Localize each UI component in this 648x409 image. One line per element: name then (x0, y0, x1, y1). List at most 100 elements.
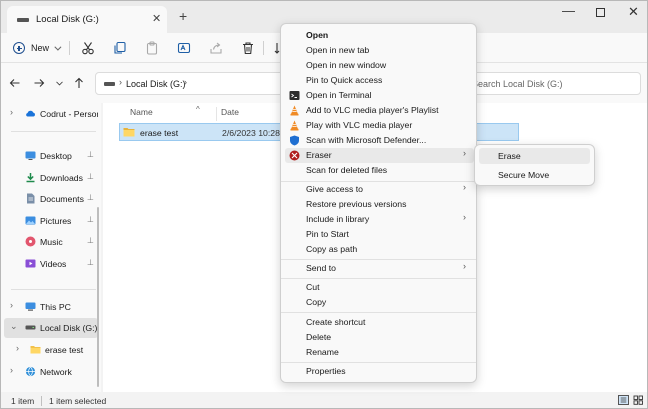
submenu-arrow-icon: › (463, 182, 466, 192)
menu-item-vlc-play[interactable]: Play with VLC media player (285, 118, 474, 133)
copy-icon[interactable] (113, 41, 127, 55)
menu-separator (281, 362, 476, 363)
tab-close-button[interactable]: ✕ (152, 12, 161, 25)
menu-item-eraser[interactable]: Eraser › (285, 148, 474, 163)
tab-local-disk[interactable]: Local Disk (G:) ✕ (7, 6, 167, 33)
search-input[interactable]: Search Local Disk (G:) (472, 79, 563, 89)
item-count: 1 item (11, 396, 35, 406)
pictures-icon (25, 216, 36, 225)
menu-item-restore-versions[interactable]: Restore previous versions (285, 197, 474, 212)
sidebar-item-erase-test[interactable]: › erase test (1, 340, 101, 360)
network-icon (25, 366, 36, 377)
recent-locations-icon[interactable] (55, 77, 64, 89)
menu-item-copy[interactable]: Copy (285, 295, 474, 310)
menu-item-vlc-playlist[interactable]: Add to VLC media player's Playlist (285, 103, 474, 118)
menu-item-open-in-terminal[interactable]: Open in Terminal (285, 88, 474, 103)
expand-chevron[interactable]: › (10, 365, 13, 375)
menu-item-cut[interactable]: Cut (285, 280, 474, 295)
menu-item-rename[interactable]: Rename (285, 345, 474, 360)
expand-chevron[interactable]: › (16, 343, 19, 353)
cut-icon[interactable] (81, 41, 95, 55)
selection-count: 1 item selected (49, 396, 107, 406)
share-icon[interactable] (209, 41, 223, 55)
plus-icon (13, 42, 25, 54)
tab-title: Local Disk (G:) (36, 14, 99, 25)
minimize-button[interactable]: — (562, 3, 575, 18)
delete-icon[interactable] (241, 41, 255, 55)
menu-item-pin-quick-access[interactable]: Pin to Quick access (285, 73, 474, 88)
menu-item-open[interactable]: Open (285, 28, 474, 43)
menu-separator (281, 259, 476, 260)
forward-arrow-icon[interactable] (33, 77, 45, 89)
sidebar-scrollbar[interactable] (97, 207, 99, 387)
sidebar-divider (11, 131, 96, 132)
sidebar-item-onedrive[interactable]: › Codrut - Person (1, 104, 101, 124)
menu-item-scan-deleted-files[interactable]: Scan for deleted files (285, 163, 474, 178)
sidebar-item-label: Local Disk (G:) (40, 323, 98, 333)
submenu-item-secure-move[interactable]: Secure Move (479, 167, 590, 183)
menu-item-properties[interactable]: Properties (285, 364, 474, 379)
menu-item-include-library[interactable]: Include in library › (285, 212, 474, 227)
back-arrow-icon[interactable] (9, 77, 21, 89)
menu-item-create-shortcut[interactable]: Create shortcut (285, 315, 474, 330)
breadcrumb-local-disk[interactable]: Local Disk (G:) (126, 79, 186, 89)
pin-icon: ⊥ (87, 193, 94, 202)
rename-icon[interactable] (177, 41, 191, 55)
sidebar-item-this-pc[interactable]: › This PC (1, 297, 101, 317)
details-view-icon[interactable] (618, 395, 629, 405)
menu-item-open-in-new-window[interactable]: Open in new window (285, 58, 474, 73)
drive-icon (104, 82, 115, 86)
sidebar-item-music[interactable]: Music ⊥ (1, 232, 101, 252)
navigation-pane: › Codrut - Person Desktop ⊥ Downloads ⊥ … (1, 103, 101, 392)
submenu-item-erase[interactable]: Erase (479, 148, 590, 164)
computer-icon (25, 302, 36, 311)
expand-chevron[interactable]: › (10, 107, 13, 117)
new-tab-button[interactable]: + (179, 9, 187, 23)
download-icon (26, 173, 35, 183)
search-box[interactable]: Search Local Disk (G:) (461, 72, 641, 95)
menu-item-copy-as-path[interactable]: Copy as path (285, 242, 474, 257)
column-header-label: Name (130, 107, 153, 117)
menu-item-send-to[interactable]: Send to › (285, 261, 474, 276)
sidebar-item-network[interactable]: › Network (1, 362, 101, 382)
breadcrumb-chevron[interactable]: › (184, 77, 187, 87)
menu-item-give-access[interactable]: Give access to › (285, 182, 474, 197)
menu-separator (281, 278, 476, 279)
column-divider[interactable] (216, 107, 217, 121)
column-header-name[interactable]: Name ^ (130, 105, 200, 117)
cloud-icon (26, 110, 35, 117)
new-button[interactable]: New (13, 40, 62, 56)
up-arrow-icon[interactable] (73, 77, 85, 89)
breadcrumb-chevron[interactable]: › (119, 77, 122, 87)
expand-chevron[interactable]: › (10, 300, 13, 310)
close-button[interactable]: ✕ (628, 4, 639, 20)
sidebar-item-downloads[interactable]: Downloads ⊥ (1, 168, 101, 188)
sidebar-item-documents[interactable]: Documents ⊥ (1, 189, 101, 209)
menu-item-delete[interactable]: Delete (285, 330, 474, 345)
maximize-button[interactable] (596, 8, 605, 17)
menu-item-open-in-new-tab[interactable]: Open in new tab (285, 43, 474, 58)
sidebar-divider (11, 289, 96, 290)
status-divider (41, 396, 42, 406)
terminal-icon (289, 91, 300, 100)
sidebar-item-desktop[interactable]: Desktop ⊥ (1, 146, 101, 166)
new-label: New (31, 43, 50, 53)
pin-icon: ⊥ (87, 236, 94, 245)
document-icon (27, 193, 35, 204)
sidebar-item-videos[interactable]: Videos ⊥ (1, 254, 101, 274)
vlc-icon (290, 120, 299, 131)
chevron-down-icon (54, 43, 62, 51)
status-bar: 1 item 1 item selected (1, 392, 647, 408)
collapse-chevron[interactable]: ⌄ (10, 321, 18, 332)
menu-item-scan-defender[interactable]: Scan with Microsoft Defender... (285, 133, 474, 148)
pin-icon: ⊥ (87, 258, 94, 267)
paste-icon[interactable] (145, 41, 159, 55)
videos-icon (25, 259, 36, 268)
menu-item-pin-to-start[interactable]: Pin to Start (285, 227, 474, 242)
tiles-view-icon[interactable] (633, 395, 644, 405)
sidebar-item-pictures[interactable]: Pictures ⊥ (1, 211, 101, 231)
column-header-date[interactable]: Date (221, 107, 239, 117)
sidebar-item-local-disk[interactable]: ⌄ Local Disk (G:) (4, 318, 98, 338)
submenu-arrow-icon: › (463, 212, 466, 222)
file-date: 2/6/2023 10:28 A (222, 127, 288, 138)
